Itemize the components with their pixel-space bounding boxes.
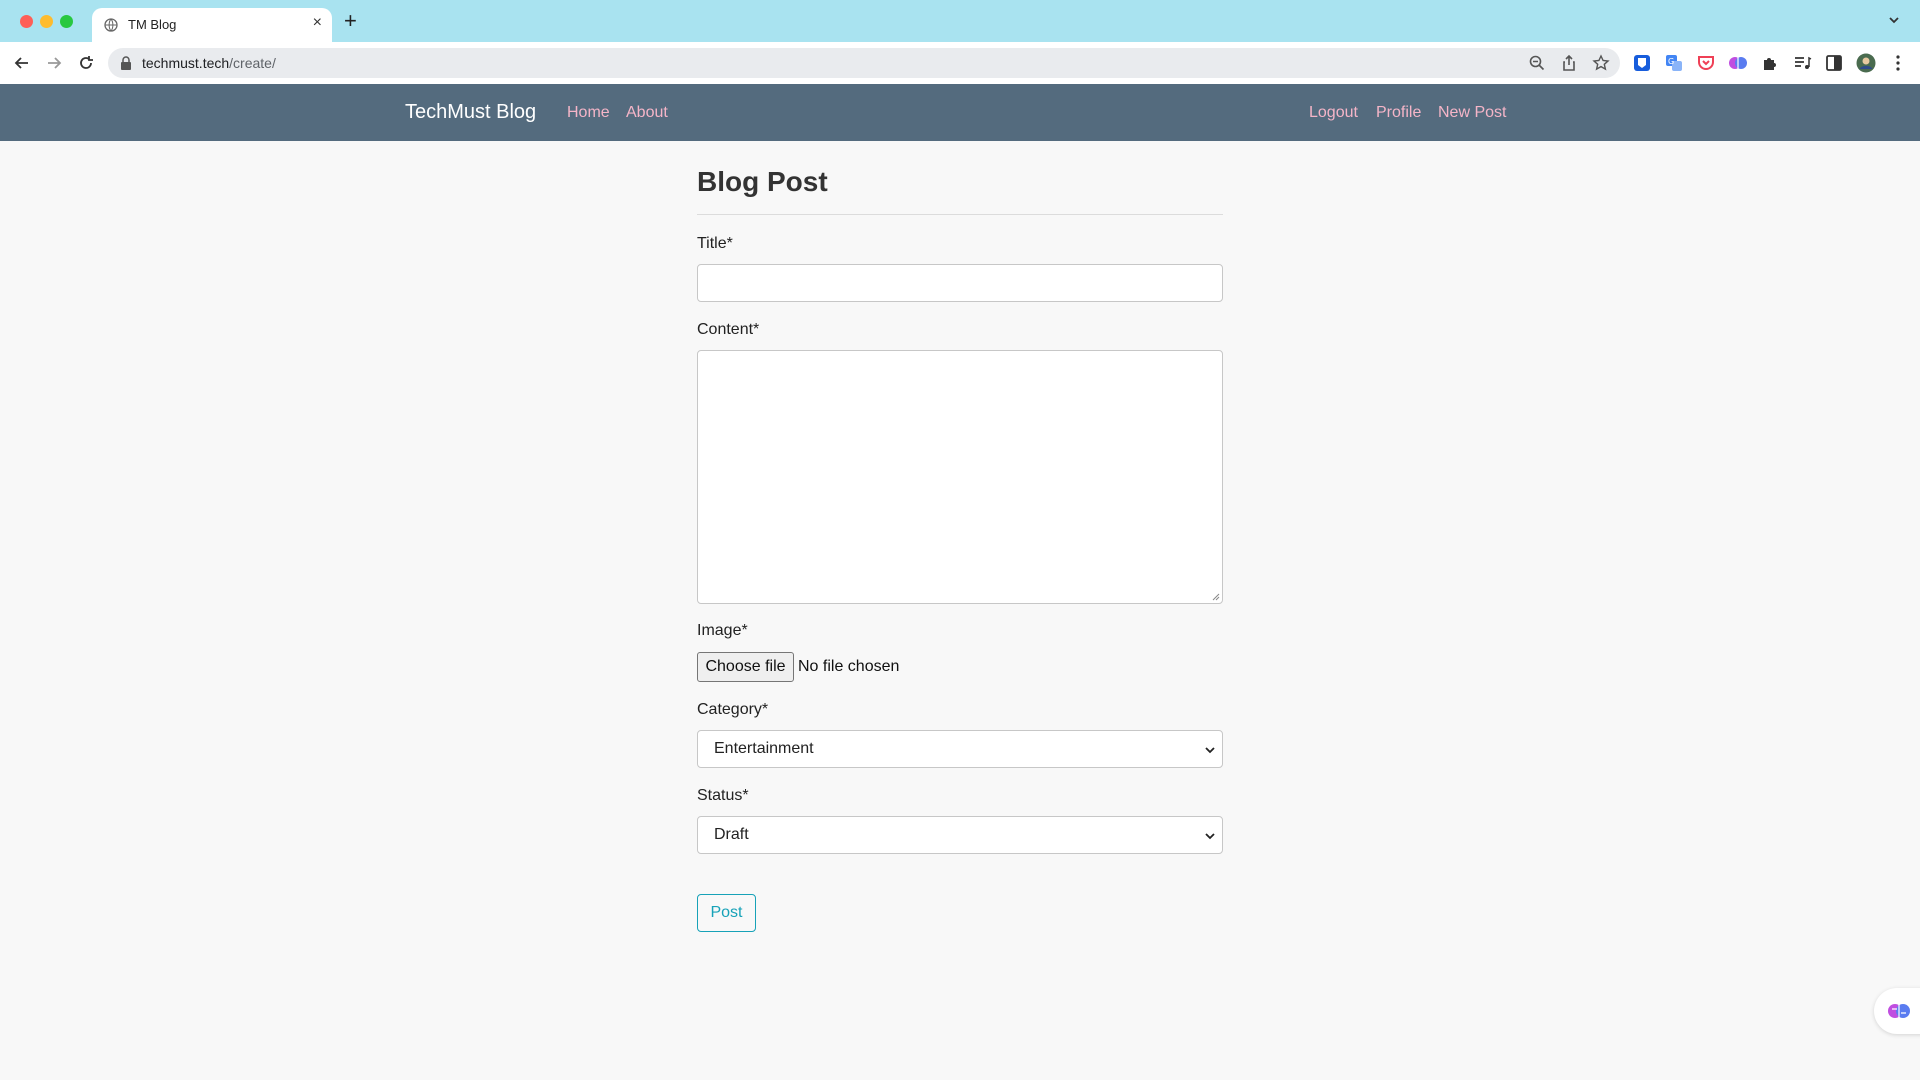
lock-icon — [121, 56, 131, 70]
choose-file-button[interactable]: Choose file — [697, 652, 794, 682]
post-submit-button[interactable]: Post — [697, 894, 756, 932]
content-textarea[interactable] — [697, 350, 1223, 604]
nav-link-about[interactable]: About — [626, 104, 668, 122]
brain-icon — [1888, 1004, 1910, 1018]
nav-link-profile[interactable]: Profile — [1376, 104, 1421, 122]
tab-search-chevron-icon[interactable] — [1886, 12, 1902, 28]
page-title: Blog Post — [697, 166, 828, 197]
pocket-extension-icon[interactable] — [1696, 53, 1716, 73]
site-navbar: TechMust Blog Home About Logout Profile … — [0, 84, 1920, 141]
menu-dots-icon[interactable] — [1888, 53, 1908, 73]
zoom-icon[interactable] — [1528, 54, 1546, 72]
browser-tab-active[interactable]: TM Blog × — [92, 8, 332, 42]
share-icon[interactable] — [1560, 54, 1578, 72]
nav-link-new-post[interactable]: New Post — [1438, 104, 1506, 122]
chevron-down-icon — [1205, 833, 1215, 840]
brain-extension-icon[interactable] — [1728, 53, 1748, 73]
brand-link[interactable]: TechMust Blog — [405, 101, 536, 124]
translate-extension-icon[interactable]: G — [1664, 53, 1684, 73]
browser-toolbar: techmust.tech/create/ G — [0, 42, 1920, 84]
puzzle-extensions-icon[interactable] — [1760, 53, 1780, 73]
tab-title: TM Blog — [128, 17, 177, 32]
category-select[interactable]: Entertainment — [697, 730, 1223, 768]
bookmark-star-icon[interactable] — [1592, 54, 1610, 72]
back-arrow-icon[interactable] — [12, 53, 32, 73]
reload-icon[interactable] — [76, 53, 96, 73]
status-selected-value: Draft — [714, 826, 749, 843]
globe-icon — [104, 18, 118, 32]
address-bar[interactable]: techmust.tech/create/ — [108, 48, 1620, 78]
title-label: Title* — [697, 235, 733, 252]
nav-link-logout[interactable]: Logout — [1309, 104, 1358, 122]
chevron-down-icon — [1205, 747, 1215, 754]
status-label: Status* — [697, 787, 749, 804]
media-control-icon[interactable] — [1792, 53, 1812, 73]
minimize-window-button[interactable] — [40, 15, 53, 28]
category-selected-value: Entertainment — [714, 740, 814, 757]
new-tab-plus-icon[interactable]: + — [344, 10, 357, 32]
heading-divider — [697, 214, 1223, 215]
image-label: Image* — [697, 622, 748, 639]
category-label: Category* — [697, 701, 769, 718]
side-panel-icon[interactable] — [1824, 53, 1844, 73]
bitwarden-extension-icon[interactable] — [1632, 53, 1652, 73]
close-window-button[interactable] — [20, 15, 33, 28]
content-label: Content* — [697, 321, 760, 338]
maximize-window-button[interactable] — [60, 15, 73, 28]
url-host: techmust.tech — [142, 55, 230, 71]
profile-avatar-icon[interactable] — [1856, 53, 1876, 73]
close-tab-icon[interactable]: × — [313, 14, 322, 32]
nav-link-home[interactable]: Home — [567, 104, 610, 122]
floating-assistant-button[interactable] — [1874, 988, 1920, 1034]
browser-tab-bar: TM Blog × + — [0, 0, 1920, 42]
url-path: /create/ — [229, 55, 276, 71]
url-text: techmust.tech/create/ — [142, 55, 276, 71]
title-input[interactable] — [697, 264, 1223, 302]
forward-arrow-icon[interactable] — [44, 53, 64, 73]
resize-grip-icon[interactable] — [1212, 593, 1220, 601]
status-select[interactable]: Draft — [697, 816, 1223, 854]
file-status-text: No file chosen — [798, 658, 900, 675]
svg-text:G: G — [1668, 57, 1674, 66]
